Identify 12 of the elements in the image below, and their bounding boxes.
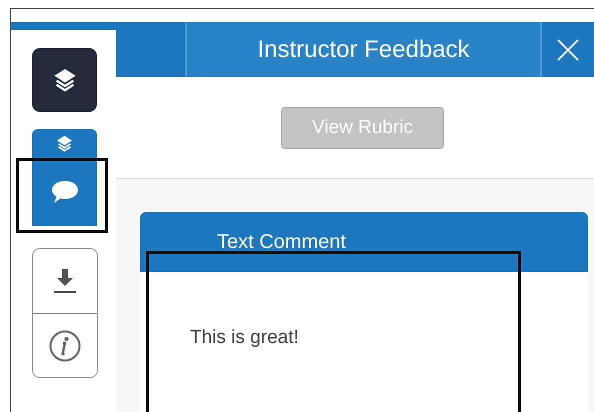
close-icon [556, 38, 580, 62]
layers-icon [56, 135, 73, 152]
info-icon [49, 330, 81, 362]
speech-bubble-icon [50, 180, 78, 204]
comment-text: This is great! [189, 326, 300, 349]
layers-icon [52, 68, 76, 92]
card-title: Text Comment [217, 230, 346, 254]
download-icon [53, 268, 77, 294]
panel-title: Instructor Feedback [257, 36, 470, 64]
layers-tool-button[interactable] [32, 48, 97, 112]
comments-tool-button[interactable] [32, 129, 97, 226]
info-button[interactable] [33, 313, 97, 377]
